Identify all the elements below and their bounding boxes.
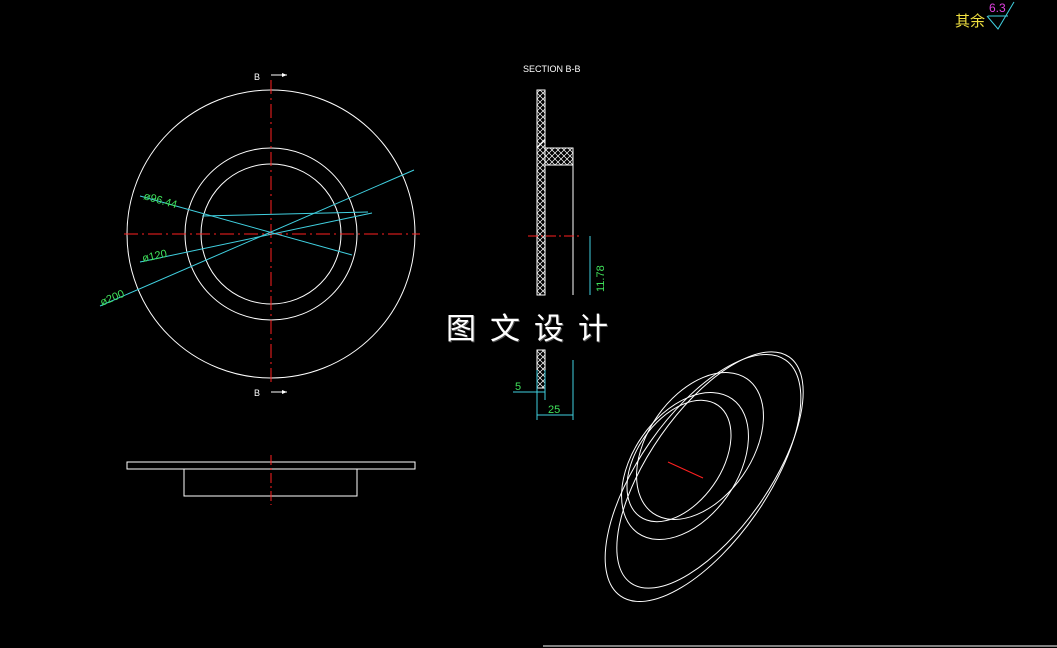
section-mark-top: B bbox=[254, 72, 260, 82]
iso-radius-line bbox=[667, 461, 704, 479]
iso-hub-ellipse bbox=[621, 392, 749, 540]
flange-section-upper bbox=[536, 89, 546, 296]
hub-section bbox=[544, 147, 574, 166]
section-mark-bottom: B bbox=[254, 388, 260, 398]
width-dimension-label: 25 bbox=[548, 404, 560, 416]
middle-diameter-line bbox=[139, 212, 373, 263]
inner-diameter-leader bbox=[201, 211, 369, 217]
surface-roughness-note: 其余 6.3 bbox=[955, 1, 1015, 30]
cad-drawing-canvas: 其余 6.3 B B ø96.44 ø120 ø200 SECTION B-B … bbox=[0, 0, 1057, 648]
section-arrow-top-icon bbox=[282, 73, 287, 77]
inner-diameter-label: ø96.44 bbox=[142, 190, 178, 211]
flange-section-lower bbox=[536, 349, 546, 389]
outer-diameter-label: ø200 bbox=[98, 288, 126, 309]
section-title: SECTION B-B bbox=[523, 64, 581, 74]
iso-bore-ellipse bbox=[626, 399, 732, 523]
surface-label: 其余 bbox=[955, 12, 985, 30]
roughness-value: 6.3 bbox=[989, 1, 1006, 15]
middle-diameter-label: ø120 bbox=[141, 248, 168, 265]
section-arrow-bottom-icon bbox=[282, 390, 287, 394]
height-dimension-label: 11.78 bbox=[595, 265, 607, 292]
section-view: SECTION B-B 11.78 5 25 bbox=[513, 64, 607, 420]
watermark-text: 图文设计 bbox=[446, 312, 622, 347]
isometric-view bbox=[604, 351, 804, 603]
thickness-dimension-label: 5 bbox=[515, 381, 521, 393]
front-view: B B ø96.44 ø120 ø200 bbox=[98, 72, 420, 398]
side-view bbox=[126, 455, 416, 505]
iso-outer-ellipse-back bbox=[616, 351, 804, 589]
